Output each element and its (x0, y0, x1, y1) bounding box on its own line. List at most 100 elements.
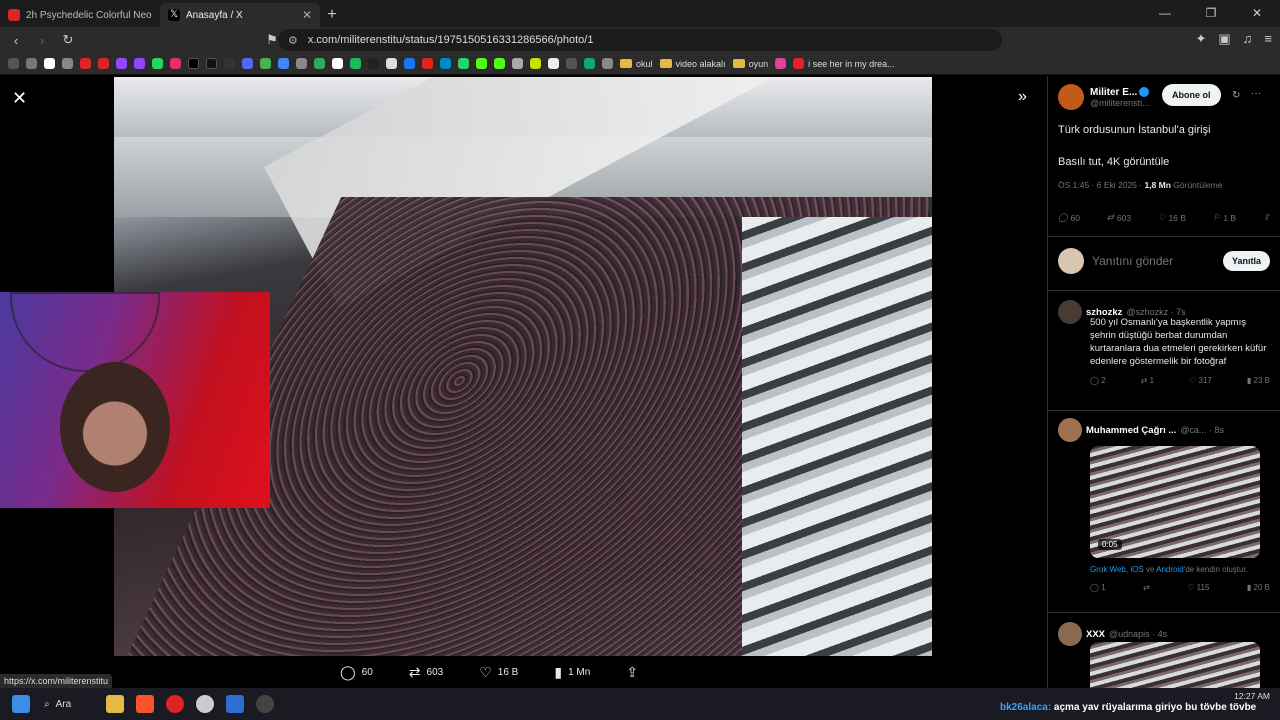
bookmark-site-icon[interactable] (368, 58, 379, 69)
youtube-icon[interactable] (80, 58, 91, 69)
tweet-time[interactable]: ÖS 1:45 · 6 Eki 2025 · (1058, 180, 1144, 190)
reply-author[interactable]: XXX (1086, 629, 1105, 640)
reply-reply-stat[interactable]: ◯ 2 (1090, 376, 1106, 385)
taskbar-search[interactable]: ⌕ Ara (44, 699, 94, 710)
menu-icon[interactable]: ≡ (1264, 31, 1272, 47)
system-clock[interactable]: 12:27 AM (1234, 691, 1270, 702)
photos-icon[interactable] (226, 695, 244, 713)
history-icon[interactable] (26, 58, 37, 69)
twitch-icon[interactable] (134, 58, 145, 69)
bookmark-site-icon[interactable] (62, 58, 73, 69)
extensions-icon[interactable]: ✦ (1195, 31, 1206, 47)
bookmark-site-icon[interactable] (152, 58, 163, 69)
bookmark-site-icon[interactable] (530, 58, 541, 69)
like-action[interactable]: ♡ 16 B (479, 664, 518, 681)
views-action[interactable]: ▮ 1 Mn (554, 664, 590, 681)
expand-panel-icon[interactable]: » (1018, 88, 1027, 106)
reply-view-stat[interactable]: ▮ 23 B (1247, 376, 1270, 385)
chatgpt-icon[interactable] (584, 58, 595, 69)
bookmark-site-icon[interactable] (602, 58, 613, 69)
reply-repost-stat[interactable]: ⇄ 1 (1141, 376, 1154, 385)
bookmark-site-icon[interactable] (512, 58, 523, 69)
reply-item[interactable]: XXX @udnapis · 4s (1058, 622, 1270, 688)
bookmark-folder-video[interactable]: video alakalı (659, 59, 726, 69)
share-action[interactable]: ⇪ (626, 664, 638, 681)
back-icon[interactable]: ‹ (6, 33, 26, 48)
grok-ios-link[interactable]: iOS (1130, 565, 1143, 574)
bookmark-site-icon[interactable] (566, 58, 577, 69)
reply-input[interactable]: Yanıtını gönder (1092, 254, 1215, 268)
reply-action[interactable]: ◯ 60 (340, 664, 373, 681)
bookmark-video[interactable]: i see her in my drea... (793, 58, 895, 69)
avatar[interactable] (1058, 418, 1082, 442)
like-stat[interactable]: ♡ 16 B (1158, 212, 1186, 223)
window-close-button[interactable]: ✕ (1234, 0, 1280, 27)
obs-icon[interactable] (196, 695, 214, 713)
google-icon[interactable] (44, 58, 55, 69)
restore-button[interactable]: ❐ (1188, 0, 1234, 27)
share-stat[interactable]: ⇪ (1263, 212, 1270, 223)
grok-icon[interactable]: ↻ (1232, 90, 1240, 101)
drive-icon[interactable] (314, 58, 325, 69)
youtube-icon[interactable] (98, 58, 109, 69)
bookmark-folder-oyun[interactable]: oyun (732, 59, 768, 69)
telegram-icon[interactable] (440, 58, 451, 69)
windows-start-icon[interactable] (12, 695, 30, 713)
bookmark-site-icon[interactable] (224, 58, 235, 69)
reply-author[interactable]: Muhammed Çağrı ... (1086, 425, 1176, 436)
reply-item[interactable]: szhozkz @szhozkz · 7s 500 yıl Osmanlı'ya … (1058, 300, 1270, 385)
reply-reply-stat[interactable]: ◯ 1 (1090, 583, 1106, 592)
brave-icon[interactable] (136, 695, 154, 713)
close-tab-icon[interactable]: ✕ (302, 8, 312, 22)
url-field[interactable]: ⚙ x.com/militerenstitu/status/1975150516… (278, 29, 1002, 51)
gmail-icon[interactable] (332, 58, 343, 69)
github-icon[interactable] (386, 58, 397, 69)
bookmark-site-icon[interactable] (775, 58, 787, 69)
reply-view-stat[interactable]: ▮ 20 B (1247, 583, 1270, 592)
avatar[interactable] (1058, 84, 1084, 110)
whatsapp-icon[interactable] (458, 58, 469, 69)
grok-android-link[interactable]: Android (1156, 565, 1184, 574)
bookmark-site-icon[interactable] (260, 58, 271, 69)
avatar[interactable] (1058, 622, 1082, 646)
forward-icon[interactable]: › (32, 33, 52, 48)
reply-button[interactable]: Yanıtla (1222, 251, 1270, 271)
file-explorer-icon[interactable] (106, 695, 124, 713)
sidebar-icon[interactable]: ▣ (1218, 31, 1230, 47)
tab-x[interactable]: 𝕏 Anasayfa / X ✕ (160, 3, 320, 27)
more-icon[interactable]: ··· (1251, 88, 1261, 99)
avatar[interactable] (1058, 300, 1082, 324)
site-info-icon[interactable]: ⚙ (288, 34, 298, 47)
minimize-button[interactable]: — (1142, 0, 1188, 27)
x-icon[interactable] (188, 58, 199, 69)
reply-item[interactable]: Muhammed Çağrı ... @ca... · 8s 0:05 Grok … (1058, 418, 1270, 592)
discord-icon[interactable] (242, 58, 253, 69)
reply-video[interactable]: 0:05 (1090, 446, 1260, 558)
messenger-icon[interactable] (404, 58, 415, 69)
spotify-icon[interactable] (350, 58, 361, 69)
repost-action[interactable]: ⇄ 603 (409, 664, 443, 681)
tiktok-icon[interactable] (206, 58, 217, 69)
reply-image[interactable] (1090, 642, 1260, 688)
youtube-music-icon[interactable] (166, 695, 184, 713)
reply-repost-stat[interactable]: ⇄ (1143, 583, 1150, 592)
reload-icon[interactable]: ↻ (58, 32, 78, 48)
instagram-icon[interactable] (170, 58, 181, 69)
new-tab-button[interactable]: + (320, 3, 344, 27)
steam-icon[interactable] (256, 695, 274, 713)
kick-icon[interactable] (494, 58, 505, 69)
bookmark-site-icon[interactable] (548, 58, 559, 69)
translate-icon[interactable] (278, 58, 289, 69)
bookmark-folder-okul[interactable]: okul (620, 59, 653, 69)
tab-music[interactable]: 2h Psychedelic Colorful Neon Backgr (0, 3, 160, 27)
apps-icon[interactable] (8, 58, 19, 69)
close-viewer-icon[interactable]: ✕ (12, 88, 27, 109)
twitch-icon[interactable] (116, 58, 127, 69)
grok-web-link[interactable]: Grok Web, (1090, 565, 1130, 574)
kick-icon[interactable] (476, 58, 487, 69)
author-name[interactable]: Militer E... (1090, 87, 1137, 98)
media-icon[interactable]: ♫ (1243, 31, 1253, 47)
reply-like-stat[interactable]: ♡ 317 (1189, 376, 1212, 385)
bookmark-site-icon[interactable] (422, 58, 433, 69)
reply-stat[interactable]: ◯ 60 (1058, 212, 1080, 223)
